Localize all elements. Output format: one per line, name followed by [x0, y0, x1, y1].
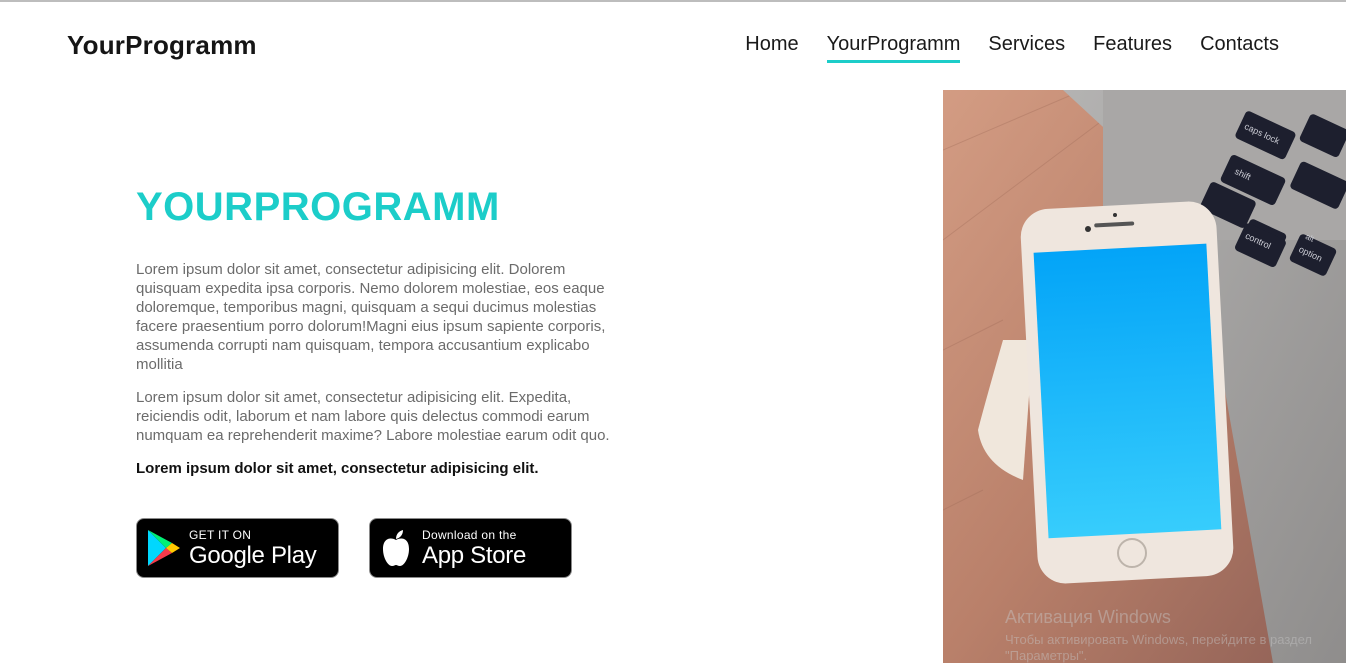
window-top-border — [0, 0, 1346, 2]
nav-contacts[interactable]: Contacts — [1200, 32, 1279, 63]
hero-title: YOURPROGRAMM — [136, 185, 500, 229]
windows-activation-watermark: Активация Windows Чтобы активировать Win… — [1005, 607, 1335, 663]
hero-paragraph-1: Lorem ipsum dolor sit amet, consectetur … — [136, 261, 606, 373]
smartphone — [1020, 201, 1234, 584]
main-nav: Home YourProgramm Services Features Cont… — [745, 32, 1279, 63]
app-store-label: App Store — [422, 541, 527, 569]
nav-features[interactable]: Features — [1093, 32, 1172, 63]
site-logo[interactable]: YourProgramm — [67, 30, 257, 61]
nav-services[interactable]: Services — [988, 32, 1065, 63]
hero-image: caps lock shift control option alt — [943, 90, 1346, 663]
nav-yourprogramm[interactable]: YourProgramm — [826, 32, 961, 63]
google-play-button[interactable]: GET IT ON Google Play — [136, 518, 339, 578]
google-play-label: Google Play — [189, 541, 317, 569]
nav-home[interactable]: Home — [745, 32, 798, 63]
watermark-title: Активация Windows — [1005, 607, 1171, 627]
google-play-icon — [137, 518, 189, 578]
app-store-button[interactable]: Download on the App Store — [369, 518, 572, 578]
google-play-small-label: GET IT ON — [189, 527, 252, 542]
hero-paragraph-bold: Lorem ipsum dolor sit amet, consectetur … — [136, 460, 539, 477]
app-store-small-label: Download on the — [422, 527, 517, 542]
watermark-subtitle: Чтобы активировать Windows, перейдите в … — [1005, 632, 1312, 663]
apple-icon — [370, 518, 422, 578]
hero-paragraph-2: Lorem ipsum dolor sit amet, consectetur … — [136, 389, 610, 444]
